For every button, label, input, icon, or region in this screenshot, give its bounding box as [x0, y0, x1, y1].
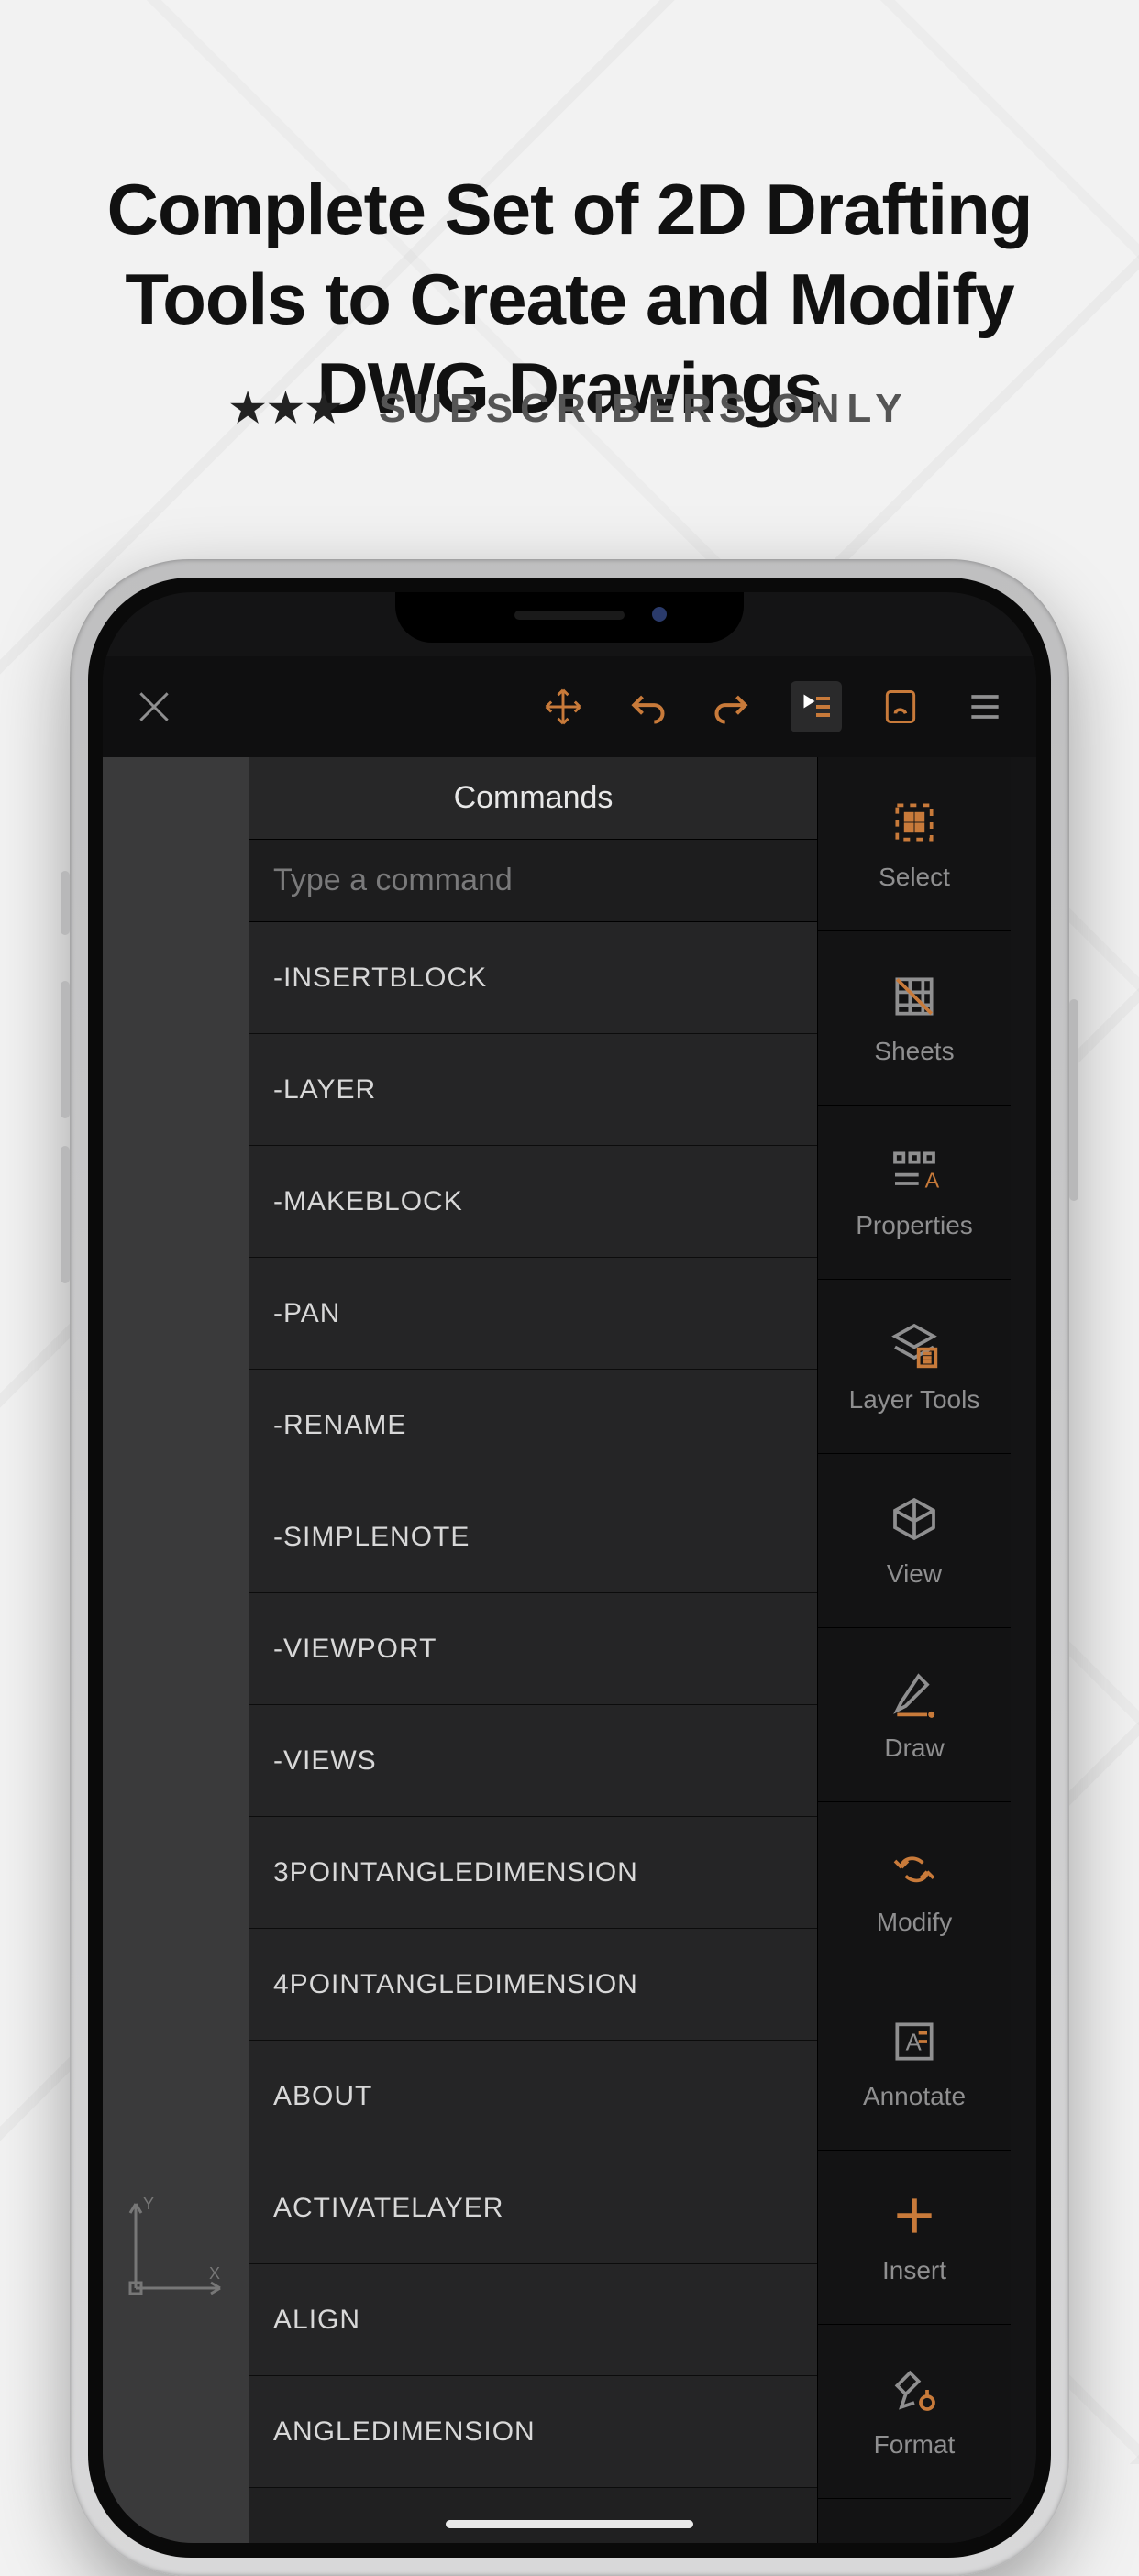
rail-label: Properties: [856, 1211, 973, 1240]
command-item[interactable]: -RENAME: [249, 1370, 817, 1481]
rail-properties[interactable]: A Properties: [818, 1106, 1011, 1280]
format-icon: [889, 2364, 940, 2416]
command-item[interactable]: -LAYER: [249, 1034, 817, 1146]
command-item[interactable]: -MAKEBLOCK: [249, 1146, 817, 1258]
svg-text:Y: Y: [143, 2195, 154, 2213]
rail-modify[interactable]: Modify: [818, 1802, 1011, 1976]
commands-title: Commands: [249, 757, 817, 840]
app-screen: Y X Commands Type a command -INSERTBLOCK…: [103, 592, 1036, 2543]
command-item[interactable]: ACTIVATELAYER: [249, 2152, 817, 2264]
command-item[interactable]: -SIMPLENOTE: [249, 1481, 817, 1593]
command-item[interactable]: 3POINTANGLEDIMENSION: [249, 1817, 817, 1929]
rail-label: Draw: [884, 1734, 944, 1763]
rail-sheets[interactable]: Sheets: [818, 931, 1011, 1106]
command-item[interactable]: ANGLEDIMENSION: [249, 2376, 817, 2488]
rail-label: Layer Tools: [849, 1385, 980, 1415]
notch: [395, 592, 744, 643]
command-item[interactable]: ABOUT: [249, 2041, 817, 2152]
move-icon[interactable]: [537, 681, 589, 732]
modify-icon: [889, 1842, 940, 1893]
annotate-icon: A: [889, 2016, 940, 2067]
canvas-area[interactable]: Y X: [103, 757, 249, 2543]
rail-draw[interactable]: Draw: [818, 1628, 1011, 1802]
rail-label: Format: [874, 2430, 956, 2460]
command-item[interactable]: -PAN: [249, 1258, 817, 1370]
phone-frame: Y X Commands Type a command -INSERTBLOCK…: [70, 559, 1069, 2576]
home-indicator[interactable]: [446, 2520, 693, 2528]
rail-annotate[interactable]: A Annotate: [818, 1976, 1011, 2151]
command-input[interactable]: Type a command: [249, 840, 817, 922]
rail-select[interactable]: Select: [818, 757, 1011, 931]
topbar: [103, 656, 1036, 757]
rail-layer-tools[interactable]: Layer Tools: [818, 1280, 1011, 1454]
properties-icon: A: [889, 1145, 940, 1196]
rail-insert[interactable]: Insert: [818, 2151, 1011, 2325]
redo-icon[interactable]: [706, 681, 757, 732]
right-rail: Select Sheets A Properties Layer Tools: [818, 757, 1011, 2543]
select-icon: [889, 797, 940, 848]
side-button: [1069, 999, 1078, 1201]
rail-format[interactable]: Format: [818, 2325, 1011, 2499]
rail-view[interactable]: View: [818, 1454, 1011, 1628]
rail-label: Select: [879, 863, 950, 892]
command-list-icon[interactable]: [791, 681, 842, 732]
rail-label: Modify: [877, 1908, 952, 1937]
command-item[interactable]: ALIGN: [249, 2264, 817, 2376]
command-item[interactable]: -VIEWPORT: [249, 1593, 817, 1705]
hand-icon[interactable]: [875, 681, 926, 732]
subscribers-line: ★★★ SUBSCRIBERS ONLY: [0, 385, 1139, 432]
draw-icon: [889, 1668, 940, 1719]
command-item[interactable]: -INSERTBLOCK: [249, 922, 817, 1034]
cube-icon: [889, 1493, 940, 1545]
rail-label: Insert: [882, 2256, 946, 2285]
command-item[interactable]: -VIEWS: [249, 1705, 817, 1817]
sheets-icon: [889, 971, 940, 1022]
stars-icon: ★★★: [229, 386, 343, 431]
command-panel: Commands Type a command -INSERTBLOCK -LA…: [249, 757, 818, 2543]
undo-icon[interactable]: [622, 681, 673, 732]
side-button: [61, 871, 70, 935]
svg-text:A: A: [925, 1168, 940, 1192]
axis-indicator: Y X: [119, 2195, 229, 2305]
command-item[interactable]: 4POINTANGLEDIMENSION: [249, 1929, 817, 2041]
rail-label: View: [887, 1559, 942, 1589]
layers-icon: [889, 1319, 940, 1371]
menu-icon[interactable]: [959, 681, 1011, 732]
command-list[interactable]: -INSERTBLOCK -LAYER -MAKEBLOCK -PAN -REN…: [249, 922, 817, 2543]
close-icon[interactable]: [128, 681, 180, 732]
plus-icon: [889, 2190, 940, 2241]
subscribers-text: SUBSCRIBERS ONLY: [379, 386, 910, 431]
rail-label: Annotate: [863, 2082, 966, 2111]
side-button: [61, 1146, 70, 1283]
svg-text:X: X: [209, 2264, 220, 2283]
rail-label: Sheets: [874, 1037, 954, 1066]
side-button: [61, 981, 70, 1118]
